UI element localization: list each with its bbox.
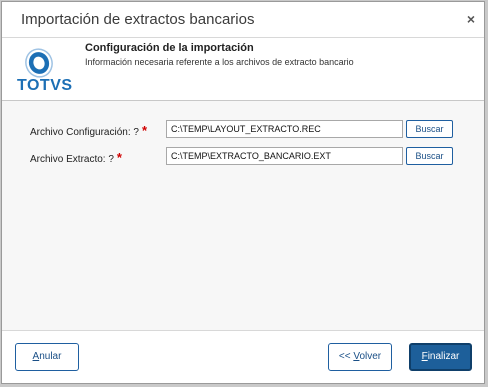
extract-file-label: Archivo Extracto: ? * <box>30 150 122 165</box>
required-mark: * <box>116 150 122 165</box>
form-panel: Archivo Configuración: ? * C:\TEMP\LAYOUT… <box>2 101 484 330</box>
extract-file-input[interactable]: C:\TEMP\EXTRACTO_BANCARIO.EXT <box>166 147 403 165</box>
config-file-label: Archivo Configuración: ? * <box>30 123 148 138</box>
step-title: Configuración de la importación <box>85 42 254 54</box>
required-mark: * <box>141 123 148 138</box>
close-icon[interactable]: × <box>467 11 475 27</box>
extract-file-row: Archivo Extracto: ? * C:\TEMP\EXTRACTO_BA… <box>2 147 484 167</box>
back-button[interactable]: << Volver <box>328 343 392 371</box>
config-browse-button[interactable]: Buscar <box>406 120 453 138</box>
totvs-logo-icon <box>25 48 53 78</box>
import-dialog: Importación de extractos bancarios × TOT… <box>1 1 485 384</box>
config-file-input[interactable]: C:\TEMP\LAYOUT_EXTRACTO.REC <box>166 120 403 138</box>
wizard-header: TOTVS Configuración de la importación In… <box>2 38 484 100</box>
dialog-titlebar: Importación de extractos bancarios × <box>2 2 484 37</box>
extract-browse-button[interactable]: Buscar <box>406 147 453 165</box>
step-subtitle: Información necesaria referente a los ar… <box>85 57 354 67</box>
wizard-footer: Anular << Volver Finalizar <box>2 331 484 383</box>
config-file-row: Archivo Configuración: ? * C:\TEMP\LAYOUT… <box>2 120 484 140</box>
finish-button[interactable]: Finalizar <box>409 343 472 371</box>
cancel-button[interactable]: Anular <box>15 343 79 371</box>
logo-text: TOTVS <box>17 77 73 94</box>
dialog-title: Importación de extractos bancarios <box>21 11 255 28</box>
totvs-logo: TOTVS <box>14 46 72 96</box>
